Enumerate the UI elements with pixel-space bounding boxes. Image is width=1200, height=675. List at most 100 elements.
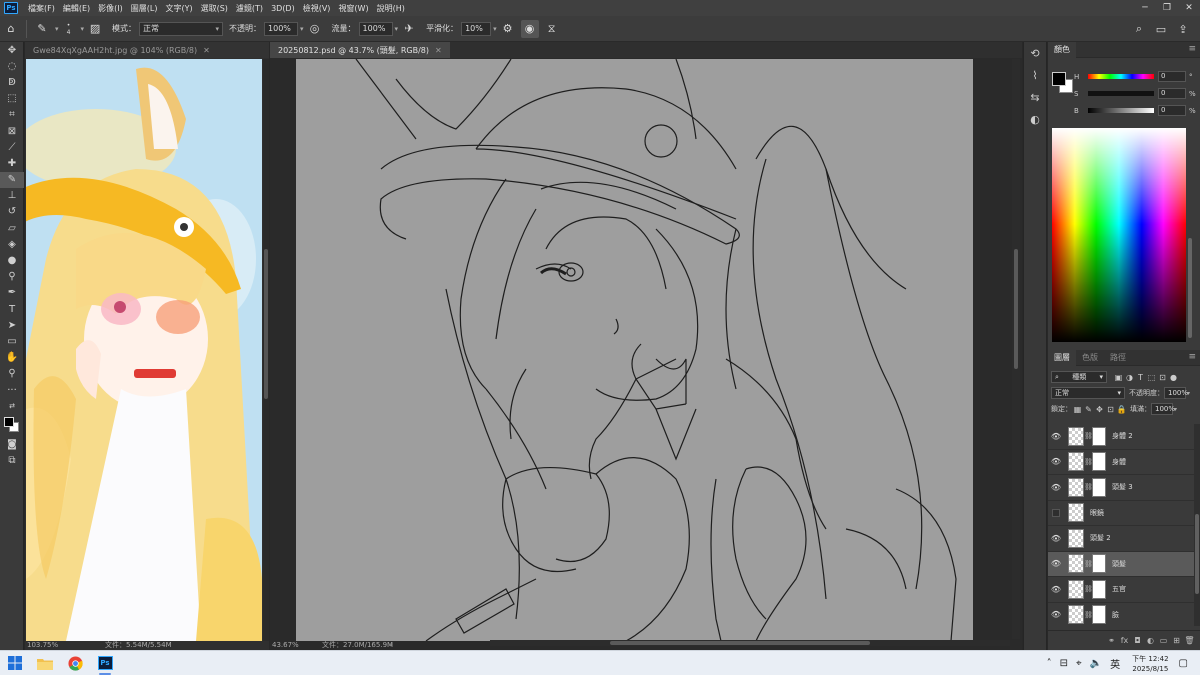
layer-row[interactable]: 👁 頭髮 2 <box>1048 526 1194 552</box>
eye-icon[interactable]: 👁 <box>1048 483 1064 492</box>
link-layers-icon[interactable]: ⚭ <box>1105 636 1118 645</box>
eraser-tool-icon[interactable]: ▱ <box>0 220 24 236</box>
layer-mask-thumbnail[interactable] <box>1092 452 1106 472</box>
menu-layer[interactable]: 圖層(L) <box>127 3 162 14</box>
saturation-input[interactable]: 0 <box>1158 88 1186 99</box>
tab-color[interactable]: 顏色 <box>1048 41 1076 58</box>
doc-tab-main[interactable]: 20250812.psd @ 43.7% (頭髮, RGB/8) ✕ <box>270 42 450 58</box>
layer-style-icon[interactable]: fx <box>1118 636 1131 645</box>
device-icon[interactable]: ⊟ <box>1060 658 1068 669</box>
main-vertical-scrollbar[interactable] <box>1012 59 1020 639</box>
brush-preset-picker[interactable]: • 4 <box>61 20 77 38</box>
minimize-icon[interactable]: ─ <box>1134 0 1156 16</box>
layer-thumbnail[interactable] <box>1068 605 1084 625</box>
menu-window[interactable]: 視窗(W) <box>334 3 372 14</box>
type-tool-icon[interactable]: T <box>0 301 24 317</box>
layer-row[interactable]: 👁 ⛓ 身體 <box>1048 450 1194 475</box>
layer-opacity-field[interactable]: 100% <box>1164 387 1188 399</box>
layer-thumbnail[interactable] <box>1068 503 1084 523</box>
hue-input[interactable]: 0 <box>1158 71 1186 82</box>
lock-artboard-icon[interactable]: ⊡ <box>1105 403 1116 415</box>
layer-thumbnail[interactable] <box>1068 452 1084 472</box>
marquee-tool-icon[interactable]: ◌ <box>0 58 24 74</box>
fill-field[interactable]: 100% <box>1151 403 1175 415</box>
start-button[interactable] <box>0 651 30 675</box>
menu-help[interactable]: 說明(H) <box>373 3 409 14</box>
stamp-tool-icon[interactable]: ⊥ <box>0 188 24 204</box>
path-select-tool-icon[interactable]: ➤ <box>0 317 24 333</box>
hue-slider[interactable] <box>1088 74 1154 79</box>
layer-row[interactable]: 👁 ⛓ 五官 <box>1048 577 1194 603</box>
crop-tool-icon[interactable]: ⌗ <box>0 107 24 123</box>
brightness-input[interactable]: 0 <box>1158 105 1186 116</box>
tab-paths[interactable]: 路徑 <box>1104 350 1132 366</box>
layer-thumbnail[interactable] <box>1068 554 1084 574</box>
bucket-tool-icon[interactable]: ◈ <box>0 236 24 252</box>
pressure-size-icon[interactable]: ◉ <box>520 19 539 38</box>
layer-name[interactable]: 身體 <box>1112 457 1126 467</box>
layer-list-scrollbar[interactable] <box>1194 424 1200 626</box>
layer-name[interactable]: 身體 2 <box>1112 431 1133 441</box>
layer-mask-thumbnail[interactable] <box>1092 426 1106 446</box>
pen-tool-icon[interactable]: ✒ <box>0 285 24 301</box>
layer-thumbnail[interactable] <box>1068 579 1084 599</box>
chevron-down-icon[interactable]: ▾ <box>300 25 304 33</box>
chevron-down-icon[interactable]: ▾ <box>395 25 399 33</box>
dodge-tool-icon[interactable]: ⚲ <box>0 269 24 285</box>
layer-mask-thumbnail[interactable] <box>1092 605 1106 625</box>
chevron-right-icon[interactable]: › <box>390 640 393 650</box>
scroll-thumb[interactable] <box>1014 249 1018 369</box>
network-icon[interactable]: ⌖ <box>1076 658 1082 669</box>
link-icon[interactable]: ⛓ <box>1084 611 1093 619</box>
filter-toggle-icon[interactable]: ● <box>1168 371 1179 383</box>
layer-row[interactable]: 👁 ⛓ 頭髮 3 <box>1048 475 1194 501</box>
hand-tool-icon[interactable]: ✋ <box>0 350 24 366</box>
chevron-down-icon[interactable]: ▾ <box>493 25 497 33</box>
swap-colors-icon[interactable]: ⇄ <box>0 398 24 414</box>
link-icon[interactable]: ⛓ <box>1084 483 1093 491</box>
color-panel-scrollbar[interactable] <box>1188 238 1192 338</box>
add-mask-icon[interactable]: ◘ <box>1131 636 1144 645</box>
history-brush-tool-icon[interactable]: ↺ <box>0 204 24 220</box>
frame-tool-icon[interactable]: ⊠ <box>0 123 24 139</box>
blend-mode-select[interactable]: 正常 ▾ <box>1051 387 1125 399</box>
layer-row[interactable]: 👁 ⛓ 臉 <box>1048 603 1194 627</box>
new-group-icon[interactable]: ▭ <box>1157 636 1170 645</box>
filter-type-icon[interactable]: T <box>1135 371 1146 383</box>
healing-tool-icon[interactable]: ✚ <box>0 155 24 171</box>
layer-row[interactable]: 眼鏡 <box>1048 501 1194 526</box>
input-language[interactable]: 英 <box>1110 656 1120 671</box>
layer-name[interactable]: 臉 <box>1112 610 1119 620</box>
rectangle-tool-icon[interactable]: ▭ <box>0 333 24 349</box>
visibility-toggle[interactable] <box>1048 508 1064 517</box>
link-icon[interactable]: ⛓ <box>1084 560 1093 568</box>
photoshop-logo[interactable]: Ps <box>4 2 18 14</box>
layer-thumbnail[interactable] <box>1068 528 1084 548</box>
move-tool-icon[interactable]: ✥ <box>0 42 24 58</box>
smoothing-field[interactable]: 10% <box>461 21 492 36</box>
chevron-down-icon[interactable]: ▾ <box>1187 390 1190 397</box>
restore-icon[interactable]: ❐ <box>1156 0 1178 16</box>
pressure-opacity-icon[interactable]: ◎ <box>306 20 324 38</box>
layer-mask-thumbnail[interactable] <box>1092 477 1106 497</box>
menu-view[interactable]: 檢視(V) <box>299 3 335 14</box>
menu-file[interactable]: 檔案(F) <box>24 3 59 14</box>
close-icon[interactable]: ✕ <box>435 46 442 55</box>
properties-icon[interactable]: ◐ <box>1024 108 1046 130</box>
chevron-down-icon[interactable]: ▾ <box>1174 406 1177 413</box>
panel-menu-icon[interactable]: ≡ <box>1188 352 1196 362</box>
close-icon[interactable]: ✕ <box>1178 0 1200 16</box>
foreground-color[interactable] <box>1052 72 1066 86</box>
adjustment-layer-icon[interactable]: ◐ <box>1144 636 1157 645</box>
share-icon[interactable]: ⇪ <box>1174 20 1192 38</box>
quick-select-tool-icon[interactable]: ⬚ <box>0 91 24 107</box>
eye-icon[interactable]: 👁 <box>1048 585 1064 594</box>
layer-name[interactable]: 眼鏡 <box>1090 508 1104 518</box>
reference-zoom[interactable]: 103.75% <box>27 640 58 650</box>
color-spectrum[interactable] <box>1052 128 1186 342</box>
layer-mask-thumbnail[interactable] <box>1092 554 1106 574</box>
doc-tab-reference[interactable]: Gwe84XqXgAAH2ht.jpg @ 104% (RGB/8) ✕ <box>25 42 269 58</box>
airbrush-icon[interactable]: ✈ <box>400 20 418 38</box>
menu-select[interactable]: 選取(S) <box>197 3 232 14</box>
eye-icon[interactable]: 👁 <box>1048 559 1064 568</box>
